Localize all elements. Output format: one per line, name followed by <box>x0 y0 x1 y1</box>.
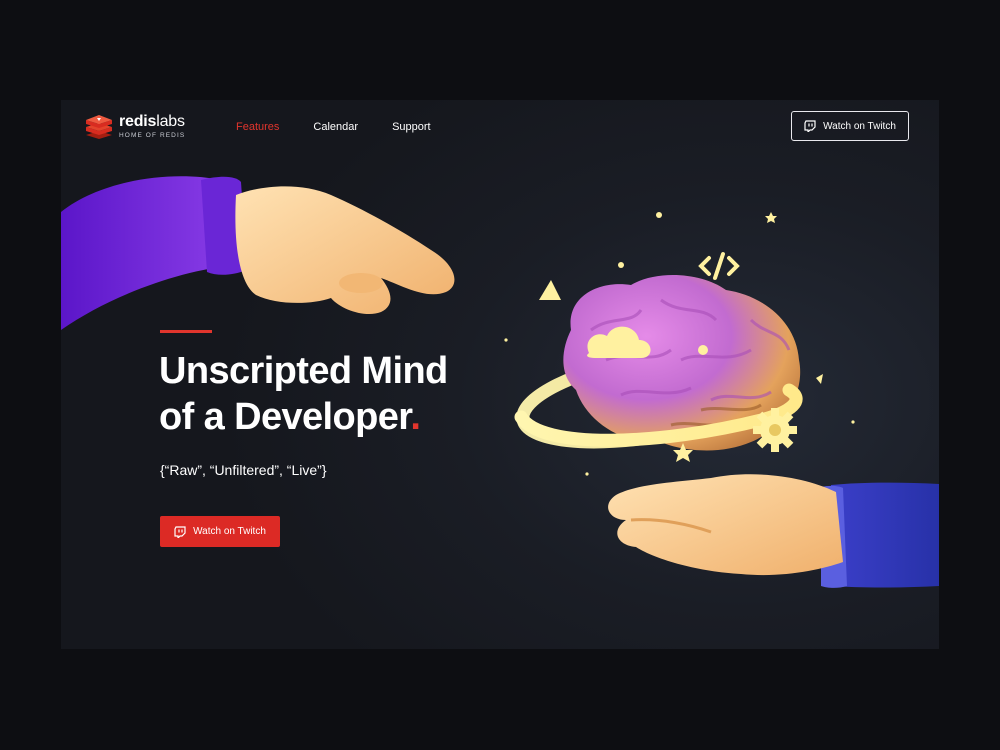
hero-headline: Unscripted Mind of a Developer. <box>159 348 448 440</box>
headline-dot: . <box>410 396 421 438</box>
brand-name: redislabs <box>119 113 185 131</box>
triangle-shape <box>539 280 561 300</box>
accent-bar <box>160 330 212 333</box>
hero-section: redislabs HOME OF REDIS Features Calenda… <box>61 100 939 649</box>
header-watch-on-twitch-button[interactable]: Watch on Twitch <box>791 111 909 141</box>
code-icon <box>698 252 740 280</box>
hero-subline: {“Raw”, “Unfiltered”, “Live”} <box>160 462 327 478</box>
headline-line-1: Unscripted Mind <box>159 350 448 392</box>
hero-watch-on-twitch-button[interactable]: Watch on Twitch <box>160 516 280 547</box>
main-nav: Features Calendar Support <box>236 121 431 133</box>
brand-logo[interactable]: redislabs HOME OF REDIS <box>85 114 185 140</box>
header-cta-label: Watch on Twitch <box>823 120 896 132</box>
brand-tagline: HOME OF REDIS <box>119 132 186 140</box>
nav-item-support[interactable]: Support <box>392 121 431 133</box>
redis-cube-icon <box>86 115 112 139</box>
hero-cta-label: Watch on Twitch <box>193 526 266 537</box>
pointing-hand-illustration <box>61 176 455 330</box>
twitch-icon <box>804 120 816 132</box>
gear-icon <box>753 408 797 452</box>
headline-line-2: of a Developer <box>159 396 411 438</box>
nav-item-calendar[interactable]: Calendar <box>313 121 358 133</box>
twitch-icon <box>174 525 186 538</box>
nav-item-features[interactable]: Features <box>236 121 279 133</box>
open-hand-illustration <box>608 474 939 588</box>
